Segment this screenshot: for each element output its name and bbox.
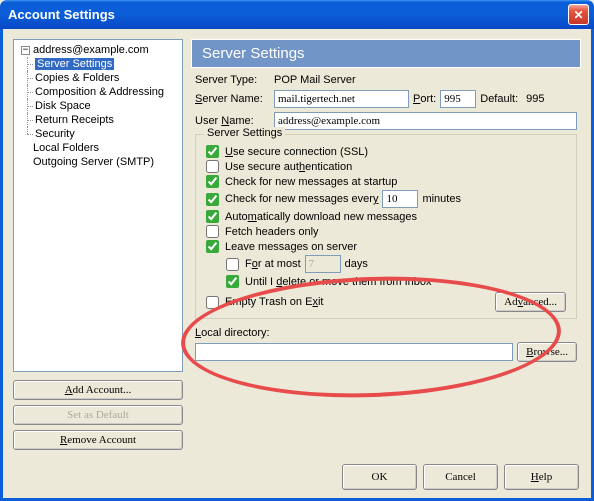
window-title: Account Settings <box>8 7 568 22</box>
days-label: days <box>345 258 368 270</box>
port-input[interactable] <box>440 90 476 108</box>
remove-account-button[interactable]: Remove Account <box>13 430 183 450</box>
check-every-label: Check for new messages every <box>225 193 378 205</box>
local-directory-label: Local directory: <box>195 327 577 339</box>
right-panel: Server Settings Server Type: POP Mail Se… <box>191 39 581 450</box>
fetch-headers-label: Fetch headers only <box>225 226 319 238</box>
server-type-value: POP Mail Server <box>274 74 356 86</box>
user-name-input[interactable] <box>274 112 577 130</box>
local-directory-input[interactable] <box>195 343 513 361</box>
check-startup-checkbox[interactable] <box>206 175 219 188</box>
fetch-headers-checkbox[interactable] <box>206 225 219 238</box>
tree-item-return-receipts[interactable]: Return Receipts <box>17 113 179 127</box>
until-delete-label: Until I delete or move them from Inbox <box>245 276 432 288</box>
auto-download-label: Automatically download new messages <box>225 211 417 223</box>
tree-account[interactable]: −address@example.com <box>17 43 179 57</box>
ok-button[interactable]: OK <box>342 464 417 490</box>
ssl-label: Use secure connection (SSL) <box>225 146 368 158</box>
dialog-footer: OK Cancel Help <box>0 456 594 501</box>
check-startup-label: Check for new messages at startup <box>225 176 397 188</box>
empty-trash-checkbox[interactable] <box>206 296 219 309</box>
section-title: Server Settings <box>191 39 581 68</box>
check-every-checkbox[interactable] <box>206 193 219 206</box>
user-name-label: User Name: <box>195 115 270 127</box>
tree-item-disk-space[interactable]: Disk Space <box>17 99 179 113</box>
default-port-label: Default: <box>480 93 518 105</box>
tree-item-composition[interactable]: Composition & Addressing <box>17 85 179 99</box>
advanced-button[interactable]: Advanced... <box>495 292 566 312</box>
default-port-value: 995 <box>526 93 544 105</box>
leave-messages-label: Leave messages on server <box>225 241 357 253</box>
collapse-icon[interactable]: − <box>21 46 30 55</box>
ssl-checkbox[interactable] <box>206 145 219 158</box>
tree-outgoing-smtp[interactable]: Outgoing Server (SMTP) <box>17 155 179 169</box>
tree-item-security[interactable]: Security <box>17 127 179 141</box>
left-panel: −address@example.com Server Settings Cop… <box>13 39 183 450</box>
server-type-label: Server Type: <box>195 74 270 86</box>
for-days-input <box>305 255 341 273</box>
cancel-button[interactable]: Cancel <box>423 464 498 490</box>
for-at-most-label: For at most <box>245 258 301 270</box>
port-label: Port: <box>413 93 436 105</box>
server-settings-legend: Server Settings <box>204 127 285 139</box>
server-name-input[interactable] <box>274 90 409 108</box>
add-account-button[interactable]: Add Account... <box>13 380 183 400</box>
set-default-button: Set as Default <box>13 405 183 425</box>
close-icon[interactable]: ✕ <box>568 4 589 25</box>
server-name-label: Server Name: <box>195 93 270 105</box>
auto-download-checkbox[interactable] <box>206 210 219 223</box>
secure-auth-label: Use secure authentication <box>225 161 352 173</box>
check-minutes-input[interactable] <box>382 190 418 208</box>
tree-item-server-settings[interactable]: Server Settings <box>17 57 179 71</box>
empty-trash-label: Empty Trash on Exit <box>225 296 323 308</box>
for-at-most-checkbox[interactable] <box>226 258 239 271</box>
account-tree: −address@example.com Server Settings Cop… <box>13 39 183 372</box>
leave-messages-checkbox[interactable] <box>206 240 219 253</box>
titlebar: Account Settings ✕ <box>0 0 594 29</box>
browse-button[interactable]: Browse... <box>517 342 577 362</box>
help-button[interactable]: Help <box>504 464 579 490</box>
secure-auth-checkbox[interactable] <box>206 160 219 173</box>
tree-item-copies-folders[interactable]: Copies & Folders <box>17 71 179 85</box>
until-delete-checkbox[interactable] <box>226 275 239 288</box>
minutes-label: minutes <box>422 193 461 205</box>
tree-local-folders[interactable]: Local Folders <box>17 141 179 155</box>
server-settings-group: Server Settings Use secure connection (S… <box>195 134 577 319</box>
